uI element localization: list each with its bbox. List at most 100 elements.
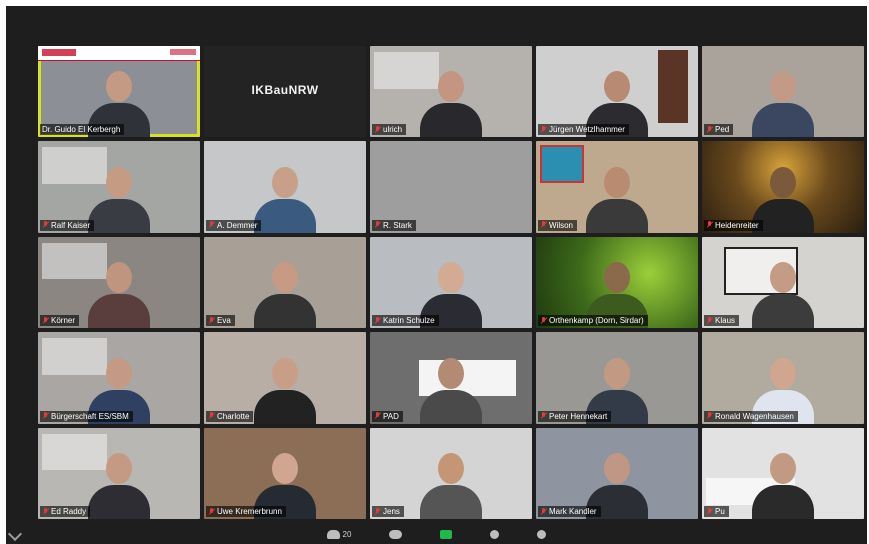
participant-name: Ronald Wagenhausen: [715, 411, 794, 421]
participant-name: Ed Raddy: [51, 507, 87, 516]
participant-tile[interactable]: Pu: [702, 427, 864, 519]
participant-tile[interactable]: Heidenreiter: [702, 141, 864, 233]
participant-name-tag: A. Demmer: [206, 219, 262, 231]
participant-head: [604, 357, 630, 389]
participant-body: [420, 485, 482, 519]
participant-tile[interactable]: Wilson: [536, 141, 698, 233]
reactions-button[interactable]: [537, 529, 547, 539]
participant-figure: [254, 354, 316, 424]
participant-body: [752, 294, 814, 329]
participant-name: Heidenreiter: [715, 220, 759, 230]
participant-tile[interactable]: Jens: [370, 427, 532, 519]
participant-tile[interactable]: R. Stark: [370, 141, 532, 233]
participant-body: [88, 294, 150, 329]
participant-name-tag: Uwe Kremerbrunn: [206, 506, 286, 517]
participant-name-tag: Pu: [704, 506, 729, 517]
participants-button[interactable]: 20: [326, 529, 351, 539]
participant-head: [604, 453, 630, 484]
participant-name-tag: Ed Raddy: [40, 506, 91, 517]
participant-tile[interactable]: Ronald Wagenhausen: [702, 332, 864, 424]
participant-tile[interactable]: Uwe Kremerbrunn: [204, 427, 366, 519]
participant-tile[interactable]: Bürgerschaft ES/SBM: [38, 332, 200, 424]
muted-mic-icon: [540, 125, 547, 134]
participant-tile[interactable]: Orthenkamp (Dorn, Sirdar): [536, 236, 698, 329]
participant-name-tag: Peter Hennekart: [538, 410, 612, 422]
share-screen-button[interactable]: [440, 529, 453, 539]
muted-mic-icon: [540, 316, 547, 325]
participant-name-tag: Mark Kandler: [538, 506, 601, 517]
participant-body: [420, 103, 482, 138]
participant-head: [438, 453, 464, 484]
participant-tile[interactable]: A. Demmer: [204, 141, 366, 233]
participant-head: [272, 453, 298, 484]
participant-tile[interactable]: Peter Hennekart: [536, 332, 698, 424]
participant-tile[interactable]: IKBauNRW: [204, 46, 366, 138]
participant-head: [438, 71, 464, 103]
participant-tile[interactable]: Katrin Schulze: [370, 236, 532, 329]
participant-tile[interactable]: Charlotte: [204, 332, 366, 424]
participant-head: [604, 166, 630, 198]
participant-name: Klaus: [715, 316, 736, 326]
participant-head: [604, 262, 630, 294]
participant-tile[interactable]: Körner: [38, 236, 200, 329]
participant-figure: [420, 67, 482, 138]
chat-button[interactable]: [389, 529, 403, 539]
muted-mic-icon: [42, 316, 49, 325]
participant-name-tag: Klaus: [704, 315, 740, 327]
muted-mic-icon: [706, 507, 713, 516]
participant-tile[interactable]: Dr. Guido El Kerbergh: [38, 46, 200, 138]
participant-name-tag: Dr. Guido El Kerbergh: [40, 124, 125, 136]
participant-figure: [88, 258, 150, 329]
muted-mic-icon: [208, 507, 215, 516]
participant-name-tag: Bürgerschaft ES/SBM: [40, 410, 133, 422]
participant-name: PAD: [383, 411, 399, 421]
participant-tile[interactable]: ulrich: [370, 46, 532, 138]
participant-tile[interactable]: Ped: [702, 46, 864, 138]
participant-head: [604, 71, 630, 103]
participant-tile[interactable]: Ralf Kaiser: [38, 141, 200, 233]
participant-name: Jürgen Wetzlhammer: [549, 125, 625, 135]
participant-tile[interactable]: Ed Raddy: [38, 427, 200, 519]
participant-head: [106, 71, 132, 103]
participant-name: Körner: [51, 316, 76, 326]
participant-name-tag: ulrich: [372, 124, 407, 136]
muted-mic-icon: [42, 221, 49, 229]
meeting-toolbar: 20: [6, 524, 867, 544]
participant-name-tag: Ronald Wagenhausen: [704, 410, 798, 422]
participant-name: ulrich: [383, 125, 403, 135]
participant-body: [88, 485, 150, 519]
muted-mic-icon: [706, 316, 713, 325]
participant-name-tag: Jens: [372, 506, 404, 517]
participant-tile[interactable]: PAD: [370, 332, 532, 424]
participant-figure: [254, 163, 316, 233]
participant-name: Bürgerschaft ES/SBM: [51, 411, 129, 421]
participant-name-tag: Orthenkamp (Dorn, Sirdar): [538, 315, 648, 327]
participant-figure: [254, 258, 316, 329]
participant-head: [106, 166, 132, 198]
participant-tile[interactable]: Klaus: [702, 236, 864, 329]
participant-name-tag: Ped: [704, 124, 734, 136]
participant-tile[interactable]: Eva: [204, 236, 366, 329]
participant-tile[interactable]: Jürgen Wetzlhammer: [536, 46, 698, 138]
muted-mic-icon: [540, 221, 547, 229]
participant-head: [106, 357, 132, 389]
participant-name: Katrin Schulze: [383, 316, 435, 326]
share-screen-icon: [440, 529, 453, 539]
participant-body: [254, 389, 316, 424]
participant-tile[interactable]: Mark Kandler: [536, 427, 698, 519]
participant-name-tag: Charlotte: [206, 410, 254, 422]
participant-name-tag: R. Stark: [372, 219, 416, 231]
participant-figure: [752, 67, 814, 138]
participant-figure: [420, 354, 482, 424]
video-conference-window: Dr. Guido El Kerbergh IKBauNRW ulrich Jürge…: [6, 6, 867, 544]
muted-mic-icon: [706, 412, 713, 420]
reactions-icon: [537, 529, 547, 539]
participant-head: [770, 262, 796, 294]
participant-head: [770, 453, 796, 484]
participant-body: [752, 485, 814, 519]
muted-mic-icon: [208, 316, 215, 325]
participant-name: Wilson: [549, 220, 574, 230]
participant-name: Dr. Guido El Kerbergh: [42, 125, 121, 135]
record-button[interactable]: [490, 529, 500, 539]
participant-body: [586, 198, 648, 233]
